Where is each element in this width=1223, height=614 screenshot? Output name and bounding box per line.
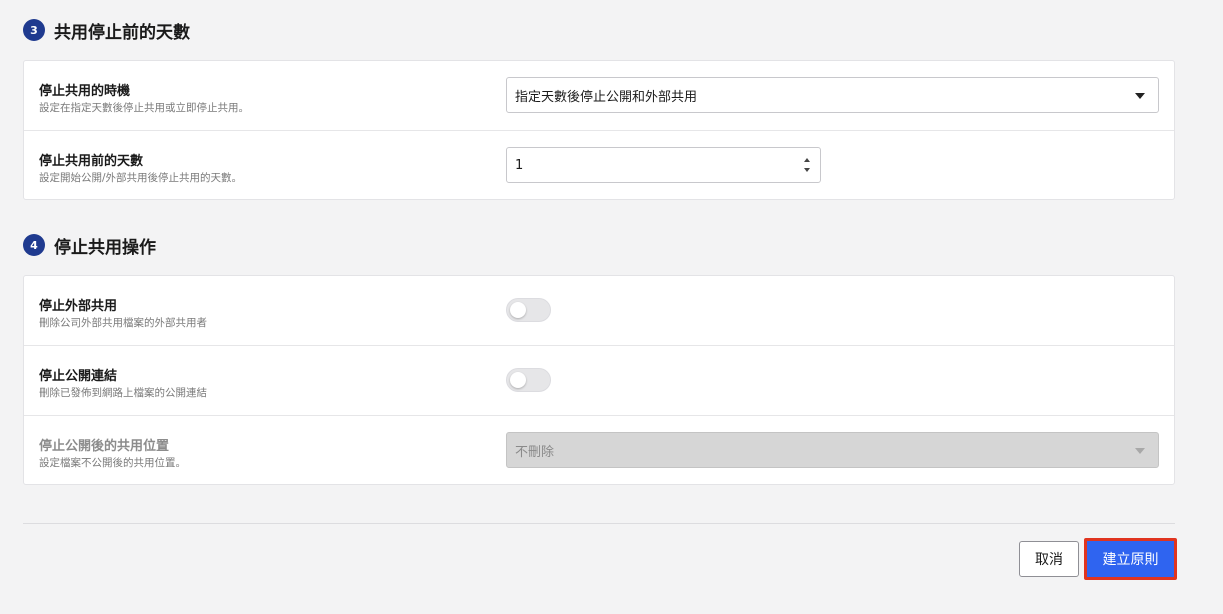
row-days-before-stop: 停止共用前的天數 設定開始公開/外部共用後停止共用的天數。 1 — [24, 131, 1174, 201]
spinner-icon[interactable] — [803, 158, 811, 172]
row-share-location: 停止公開後的共用位置 設定檔案不公開後的共用位置。 不刪除 — [24, 416, 1174, 486]
days-desc: 設定開始公開/外部共用後停止共用的天數。 — [39, 172, 243, 184]
toggle-knob — [510, 302, 526, 318]
policy-settings-page: 3 共用停止前的天數 停止共用的時機 設定在指定天數後停止共用或立即停止共用。 … — [0, 0, 1223, 614]
row-stop-public-link: 停止公開連結 刪除已發佈到網路上檔案的公開連結 — [24, 346, 1174, 416]
step-badge-4: 4 — [23, 234, 45, 256]
toggle-knob — [510, 372, 526, 388]
step-badge-3: 3 — [23, 19, 45, 41]
stop-timing-select[interactable]: 指定天數後停止公開和外部共用 — [506, 77, 1159, 113]
stop-public-link-toggle[interactable] — [506, 368, 551, 392]
spin-up-icon[interactable] — [804, 158, 810, 162]
stop-external-label: 停止外部共用 — [39, 299, 118, 314]
days-value: 1 — [515, 157, 524, 173]
row-stop-external: 停止外部共用 刪除公司外部共用檔案的外部共用者 — [24, 276, 1174, 346]
create-policy-button[interactable]: 建立原則 — [1084, 538, 1177, 580]
section-4-header: 4 停止共用操作 — [23, 234, 156, 258]
spin-down-icon[interactable] — [804, 168, 810, 172]
section-4-title: 停止共用操作 — [54, 237, 156, 258]
section-3-card: 停止共用的時機 設定在指定天數後停止共用或立即停止共用。 指定天數後停止公開和外… — [23, 60, 1175, 200]
stop-timing-selected-value: 指定天數後停止公開和外部共用 — [515, 89, 698, 105]
section-3-title: 共用停止前的天數 — [54, 22, 190, 43]
stop-timing-label: 停止共用的時機 — [39, 84, 131, 99]
share-location-desc: 設定檔案不公開後的共用位置。 — [39, 457, 186, 469]
stop-public-link-label: 停止公開連結 — [39, 369, 118, 384]
stop-timing-desc: 設定在指定天數後停止共用或立即停止共用。 — [39, 102, 249, 114]
row-stop-timing: 停止共用的時機 設定在指定天數後停止共用或立即停止共用。 指定天數後停止公開和外… — [24, 61, 1174, 131]
days-label: 停止共用前的天數 — [39, 154, 144, 169]
caret-down-icon — [1135, 93, 1145, 99]
section-3-header: 3 共用停止前的天數 — [23, 19, 190, 43]
stop-public-link-desc: 刪除已發佈到網路上檔案的公開連結 — [39, 387, 207, 399]
section-4-card: 停止外部共用 刪除公司外部共用檔案的外部共用者 停止公開連結 刪除已發佈到網路上… — [23, 275, 1175, 485]
share-location-select: 不刪除 — [506, 432, 1159, 468]
stop-external-toggle[interactable] — [506, 298, 551, 322]
days-number-input[interactable]: 1 — [506, 147, 821, 183]
share-location-label: 停止公開後的共用位置 — [39, 439, 170, 454]
cancel-button[interactable]: 取消 — [1019, 541, 1079, 577]
caret-down-icon — [1135, 448, 1145, 454]
stop-external-desc: 刪除公司外部共用檔案的外部共用者 — [39, 317, 207, 329]
footer-divider — [23, 523, 1175, 524]
share-location-selected-value: 不刪除 — [515, 444, 555, 460]
